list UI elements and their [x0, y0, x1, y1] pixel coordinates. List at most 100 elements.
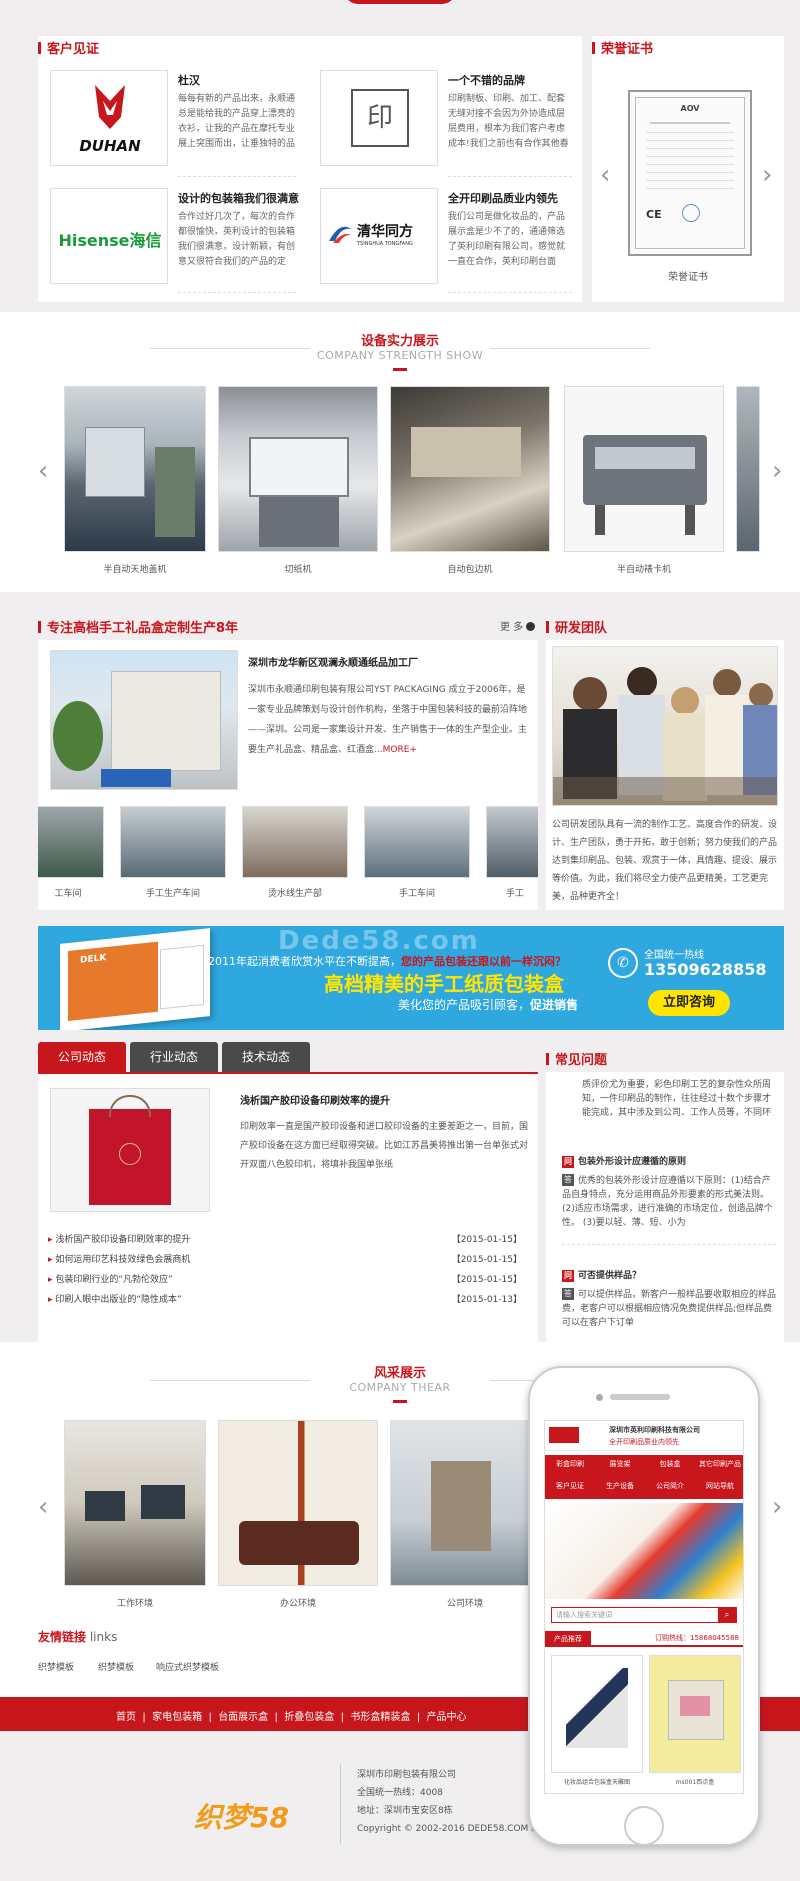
faq-title: 常见问题	[546, 1049, 607, 1068]
phone-hotline: 订购热线：15868045588	[655, 1634, 739, 1642]
company-more-link[interactable]: MORE+	[383, 745, 417, 755]
gallery-photo[interactable]	[64, 1420, 206, 1586]
phone-camera	[596, 1394, 603, 1401]
footer-logo[interactable]: 织梦58	[194, 1796, 289, 1836]
footer-nav-link[interactable]: 产品中心	[426, 1712, 466, 1723]
footer-nav-links: 首页 | 家电包装箱 | 台面展示盒 | 折叠包装盒 | 书形盒精装盒 | 产品…	[116, 1712, 467, 1723]
news-featured-title[interactable]: 浅析国产胶印设备印刷效率的提升	[240, 1092, 390, 1107]
equipment-prev-arrow[interactable]: ‹	[38, 458, 48, 484]
testimonial-name[interactable]: 全开印刷品质业内领先	[448, 190, 558, 206]
footer-nav-link[interactable]: 首页	[116, 1712, 136, 1723]
banner-headline: 高档精美的手工纸质包装盒	[324, 972, 564, 996]
about-more-link[interactable]: 更 多	[500, 618, 536, 633]
factory-photo[interactable]	[50, 650, 238, 790]
equipment-next-arrow[interactable]: ›	[772, 458, 782, 484]
phone-nav-item[interactable]: 网站导航	[695, 1481, 743, 1491]
hisense-logo[interactable]: Hisense海信	[50, 188, 168, 284]
workshop-photo[interactable]	[364, 806, 470, 878]
equipment-photo-partial[interactable]	[736, 386, 760, 552]
equipment-caption: 半自动裱卡机	[616, 565, 671, 575]
phone-product-card[interactable]	[551, 1655, 643, 1773]
honor-prev-arrow[interactable]: ‹	[600, 162, 610, 188]
phone-nav-item[interactable]: 包装盒	[645, 1459, 695, 1469]
workshop-photo[interactable]	[38, 806, 104, 878]
consult-button[interactable]: 立即咨询	[648, 990, 730, 1016]
news-list-item[interactable]: ▸ 浅析国产胶印设备印刷效率的提升 【2015-01-15】	[48, 1232, 522, 1245]
workshop-photo[interactable]	[242, 806, 348, 878]
friend-link[interactable]: 织梦模板	[38, 1660, 74, 1673]
workshop-photo[interactable]	[120, 806, 226, 878]
phone-nav-item[interactable]: 客户见证	[545, 1481, 595, 1491]
tsinghua-logo[interactable]: 清华同方 TSINGHUA TONGFANG	[320, 188, 438, 284]
testimonial-name[interactable]: 一个不错的品牌	[448, 72, 525, 88]
certificate-caption: 荣誉证书	[668, 272, 708, 283]
footer-nav-link[interactable]: 家电包装箱	[152, 1712, 202, 1723]
rd-title: 研发团队	[546, 617, 607, 636]
news-featured-image[interactable]	[50, 1088, 210, 1212]
promo-banner[interactable]: Dede58.com DELK 2011年起消费者欣赏水平在不断提高，您的产品包…	[38, 926, 784, 1030]
phone-product-caption: ms001西点盒	[675, 1779, 715, 1786]
testimonial-name[interactable]: 杜汉	[178, 72, 200, 88]
company-desc: 深圳市永顺通印刷包装有限公司YST PACKAGING 成立于2006年，是一家…	[248, 685, 528, 755]
duhan-logo[interactable]: DUHAN	[50, 70, 168, 166]
phone-banner[interactable]	[545, 1503, 743, 1599]
workshop-caption: 手工生产车间	[145, 889, 200, 899]
equipment-photo[interactable]	[564, 386, 724, 552]
gallery-caption: 工作环境	[116, 1599, 153, 1609]
footer-hotline: 全国统一热线：4008	[357, 1788, 443, 1798]
phone-product-caption: 化妆品组合包装盒天雕图	[563, 1779, 630, 1786]
rd-panel: 公司研发团队具有一流的制作工艺、高度合作的研发、设计、生产团队，勇于开拓，敢于创…	[546, 640, 784, 910]
faq-answer: 答优秀的包装外形设计应遵循以下原则：(1)结合产品自身特点，充分运用商品外形要素…	[562, 1174, 773, 1228]
gallery-photo[interactable]	[218, 1420, 378, 1586]
calligraphy-logo[interactable]: 印	[320, 70, 438, 166]
phone-slogan: 全开印刷品质业内领先	[609, 1438, 679, 1446]
footer-copyright: Copyright © 2002-2016 DEDE58.COM 织	[357, 1824, 541, 1834]
faq-answer: 答可以提供样品，新客户一般样品要收取相应的样品费，老客户可以根据相应情况免费提供…	[562, 1288, 777, 1328]
company-name[interactable]: 深圳市龙华新区观澜永顺通纸品加工厂	[248, 654, 418, 669]
team-photo[interactable]	[552, 646, 778, 806]
equipment-caption: 半自动天地盖机	[103, 565, 167, 575]
honor-next-arrow[interactable]: ›	[762, 162, 772, 188]
phone-nav-item[interactable]: 其它印刷产品	[695, 1459, 743, 1469]
certificate-image[interactable]: AOV CE	[628, 90, 752, 256]
friend-link[interactable]: 织梦模板	[98, 1660, 134, 1673]
phone-product-card[interactable]	[649, 1655, 741, 1773]
footer-nav-link[interactable]: 台面展示盒	[218, 1712, 268, 1723]
faq-panel: 质评价尤为重要，彩色印刷工艺的复杂性众所周知，一件印刷品的制作，往往经过十数个步…	[546, 1072, 784, 1342]
faq-question[interactable]: 问可否提供样品？	[562, 1268, 641, 1282]
tab-company-news[interactable]: 公司动态	[38, 1042, 126, 1072]
honor-panel: 荣誉证书 ‹ › AOV CE 荣誉证书	[592, 36, 784, 302]
news-list-item[interactable]: ▸ 包装印刷行业的“凡勃伦效应” 【2015-01-15】	[48, 1272, 522, 1285]
testimonial-name[interactable]: 设计的包装箱我们很满意	[178, 190, 299, 206]
faq-intro: 质评价尤为重要，彩色印刷工艺的复杂性众所周知，一件印刷品的制作，往往经过十数个步…	[582, 1080, 772, 1118]
footer-nav-link[interactable]: 折叠包装盒	[284, 1712, 334, 1723]
banner-line3: 美化您的产品吸引顾客，促进销售	[398, 998, 579, 1012]
equipment-caption: 切纸机	[284, 565, 312, 575]
cert-brand: AOV	[680, 104, 700, 113]
tab-tech-news[interactable]: 技术动态	[222, 1042, 310, 1072]
faq-question[interactable]: 问包装外形设计应遵循的原则	[562, 1154, 686, 1168]
footer-nav-link[interactable]: 书形盒精装盒	[350, 1712, 410, 1723]
gallery-photo[interactable]	[390, 1420, 540, 1586]
tab-industry-news[interactable]: 行业动态	[130, 1042, 218, 1072]
phone-nav-item[interactable]: 展览架	[595, 1459, 645, 1469]
footer-info: 深圳市印刷包装有限公司 全国统一热线：4008 地址：深圳市宝安区8栋 Copy…	[357, 1766, 540, 1838]
friend-link[interactable]: 响应式织梦模板	[156, 1660, 219, 1673]
phone-search-input[interactable]: 请输入搜索关键词 ⌕	[551, 1607, 737, 1623]
phone-nav-item[interactable]: 彩盒印刷	[545, 1459, 595, 1469]
gallery-prev-arrow[interactable]: ‹	[38, 1494, 48, 1520]
about-panel: 深圳市龙华新区观澜永顺通纸品加工厂 深圳市永顺通印刷包装有限公司YST PACK…	[38, 640, 538, 910]
phone-search-icon[interactable]: ⌕	[718, 1608, 736, 1622]
testimonial-desc: 合作过好几次了，每次的合作都很愉快，英利设计的包装箱我们很满意，设计新颖，有创意…	[178, 212, 296, 267]
news-list-item[interactable]: ▸ 印刷人眼中出版业的“隐性成本” 【2015-01-13】	[48, 1292, 522, 1305]
workshop-photo[interactable]	[486, 806, 538, 878]
gallery-next-arrow[interactable]: ›	[772, 1494, 782, 1520]
phone-nav-item[interactable]: 生产设备	[595, 1481, 645, 1491]
equipment-photo[interactable]	[218, 386, 378, 552]
equipment-photo[interactable]	[64, 386, 206, 552]
equipment-photo[interactable]	[390, 386, 550, 552]
phone-speaker	[610, 1394, 670, 1400]
phone-company: 深圳市英利印刷科技有限公司	[609, 1426, 700, 1434]
news-list-item[interactable]: ▸ 如何运用印艺科技效绿色会展商机 【2015-01-15】	[48, 1252, 522, 1265]
phone-nav-item[interactable]: 公司简介	[645, 1481, 695, 1491]
